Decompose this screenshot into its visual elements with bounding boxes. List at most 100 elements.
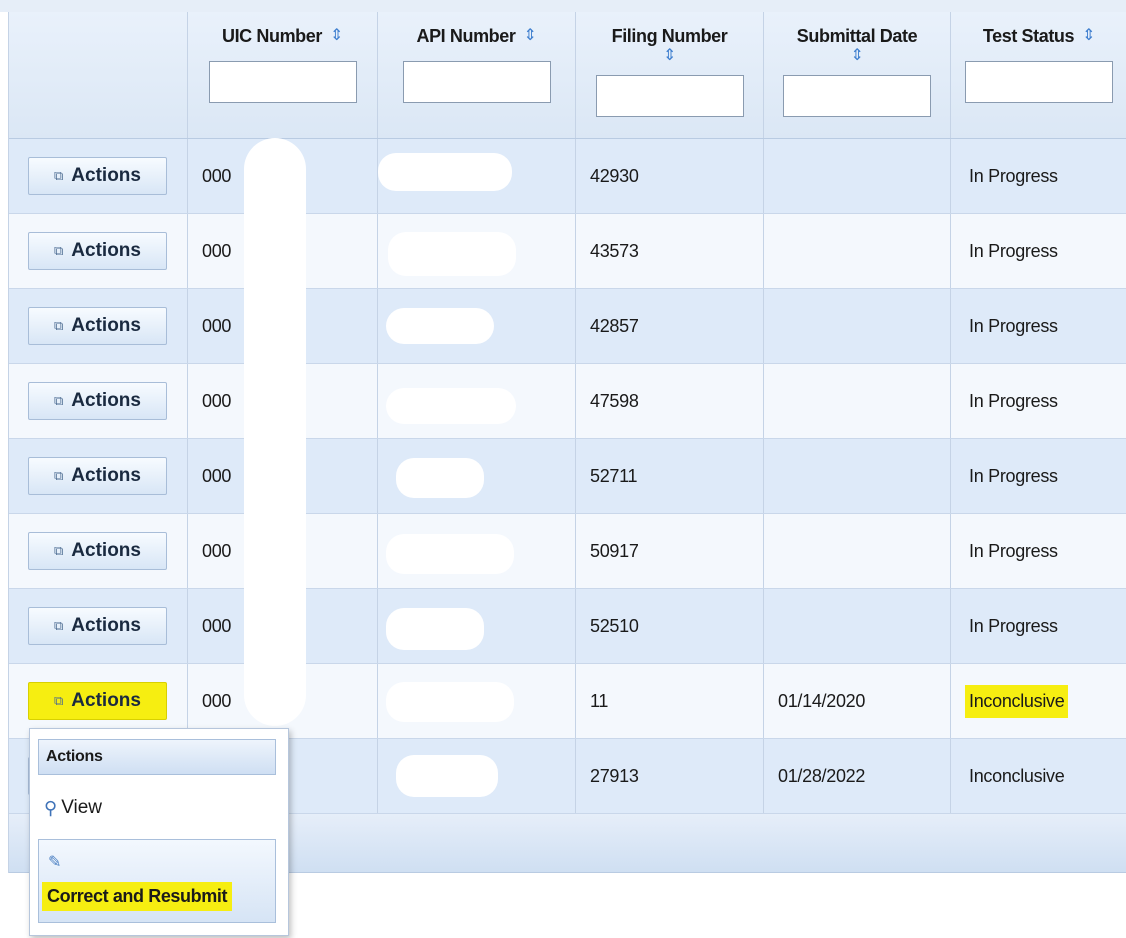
sort-icon[interactable]: ⇕ <box>524 28 537 44</box>
filing-number-cell: 42857 <box>576 289 764 363</box>
header-submittal-date[interactable]: Submittal Date ⇕ <box>764 12 951 138</box>
magnifier-icon: ⚲ <box>44 797 58 818</box>
redaction-api <box>386 608 484 650</box>
api-number-filter-input[interactable] <box>402 61 551 103</box>
test-status-label: In Progress <box>969 240 1058 261</box>
redaction-api <box>396 755 498 797</box>
submittal-date-filter-input[interactable] <box>783 75 931 117</box>
test-status-label: In Progress <box>969 540 1058 561</box>
test-status-cell: In Progress <box>951 439 1126 513</box>
filing-number-cell: 50917 <box>576 514 764 588</box>
external-link-icon: ⧉ <box>54 393 64 408</box>
redaction-api <box>396 458 484 498</box>
actions-button-label: Actions <box>71 240 141 261</box>
table-row: ⧉ Actions 000 47598 In Progress <box>9 364 1126 439</box>
header-test-status[interactable]: Test Status ⇕ <box>951 12 1126 138</box>
filing-number-cell: 42930 <box>576 139 764 213</box>
top-strip <box>0 0 1126 12</box>
test-status-label: In Progress <box>969 165 1058 186</box>
test-status-label: In Progress <box>969 390 1058 411</box>
submittal-date-cell <box>764 139 951 213</box>
menu-item-view[interactable]: ⚲ View <box>38 793 102 823</box>
grid-body: ⧉ Actions 000 42930 In Progress ⧉ Actions 000 43… <box>9 139 1126 814</box>
test-status-label: In Progress <box>969 465 1058 486</box>
header-label: UIC Number <box>221 25 322 46</box>
uic-number-filter-input[interactable] <box>208 61 357 103</box>
actions-button[interactable]: ⧉ Actions <box>28 532 167 570</box>
actions-cell: ⧉ Actions <box>9 364 188 438</box>
test-status-label: In Progress <box>969 615 1058 636</box>
actions-cell: ⧉ Actions <box>9 214 188 288</box>
actions-cell: ⧉ Actions <box>9 289 188 363</box>
test-status-cell: In Progress <box>951 289 1126 363</box>
filing-number-cell: 47598 <box>576 364 764 438</box>
sort-icon[interactable]: ⇕ <box>663 48 676 64</box>
external-link-icon: ⧉ <box>54 468 64 483</box>
sort-icon[interactable]: ⇕ <box>330 28 343 44</box>
redaction-api <box>386 682 514 722</box>
menu-item-correct-and-resubmit[interactable]: ✎ Correct and Resubmit <box>38 839 276 923</box>
filing-number-cell: 11 <box>576 664 764 738</box>
actions-button[interactable]: ⧉ Actions <box>28 682 167 720</box>
header-actions-column <box>9 12 188 138</box>
header-uic-number[interactable]: UIC Number ⇕ <box>188 12 378 138</box>
submittal-date-cell <box>764 514 951 588</box>
actions-button[interactable]: ⧉ Actions <box>28 157 167 195</box>
actions-dropdown-menu: Actions ⚲ View ✎ Correct and Resubmit <box>29 728 289 936</box>
menu-item-resubmit-label: Correct and Resubmit <box>42 882 233 911</box>
actions-button[interactable]: ⧉ Actions <box>28 382 167 420</box>
external-link-icon: ⧉ <box>54 543 64 558</box>
table-row: ⧉ Actions 000 52510 In Progress <box>9 589 1126 664</box>
header-label: Test Status <box>982 25 1075 46</box>
filing-number-cell: 27913 <box>576 739 764 813</box>
submittal-date-cell <box>764 214 951 288</box>
test-status-label: Inconclusive <box>965 684 1069 718</box>
actions-button-label: Actions <box>71 315 141 336</box>
header-api-number[interactable]: API Number ⇕ <box>378 12 576 138</box>
actions-cell: ⧉ Actions <box>9 139 188 213</box>
sort-icon[interactable]: ⇕ <box>1082 28 1095 44</box>
table-row: ⧉ Actions 000 42930 In Progress <box>9 139 1126 214</box>
actions-button[interactable]: ⧉ Actions <box>28 607 167 645</box>
actions-cell: ⧉ Actions <box>9 664 188 738</box>
test-status-cell: In Progress <box>951 214 1126 288</box>
table-row: ⧉ Actions 000 52711 In Progress <box>9 439 1126 514</box>
actions-cell: ⧉ Actions <box>9 589 188 663</box>
menu-item-view-label: View <box>61 797 103 818</box>
actions-cell: ⧉ Actions <box>9 439 188 513</box>
header-filing-number[interactable]: Filing Number ⇕ <box>576 12 764 138</box>
actions-button[interactable]: ⧉ Actions <box>28 307 167 345</box>
actions-button-label: Actions <box>71 390 141 411</box>
dropdown-title: Actions <box>38 739 276 775</box>
filing-number-cell: 52510 <box>576 589 764 663</box>
test-status-filter-input[interactable] <box>965 61 1113 103</box>
test-status-cell: In Progress <box>951 364 1126 438</box>
external-link-icon: ⧉ <box>54 318 64 333</box>
header-label: API Number <box>416 25 516 46</box>
external-link-icon: ⧉ <box>54 168 64 183</box>
submittal-date-cell <box>764 364 951 438</box>
table-row: ⧉ Actions 000 43573 In Progress <box>9 214 1126 289</box>
submittal-date-cell <box>764 439 951 513</box>
table-row: ⧉ Actions 000 50917 In Progress <box>9 514 1126 589</box>
redaction-api <box>386 534 514 574</box>
actions-button-label: Actions <box>71 465 141 486</box>
header-label: Submittal Date <box>796 25 918 46</box>
grid-header: UIC Number ⇕ API Number ⇕ Filing Number … <box>9 12 1126 139</box>
redaction-api <box>386 308 494 344</box>
redaction-api <box>386 388 516 424</box>
test-status-label: Inconclusive <box>969 765 1065 786</box>
redaction-api <box>378 153 512 191</box>
redaction-api <box>388 232 516 276</box>
actions-cell: ⧉ Actions <box>9 514 188 588</box>
filing-number-cell: 52711 <box>576 439 764 513</box>
test-status-cell: Inconclusive <box>951 739 1126 813</box>
header-label: Filing Number <box>611 25 728 46</box>
filing-number-filter-input[interactable] <box>595 75 744 117</box>
actions-button-label: Actions <box>71 690 141 711</box>
actions-button-label: Actions <box>71 540 141 561</box>
submittal-date-cell <box>764 289 951 363</box>
actions-button[interactable]: ⧉ Actions <box>28 232 167 270</box>
sort-icon[interactable]: ⇕ <box>850 48 863 64</box>
actions-button[interactable]: ⧉ Actions <box>28 457 167 495</box>
